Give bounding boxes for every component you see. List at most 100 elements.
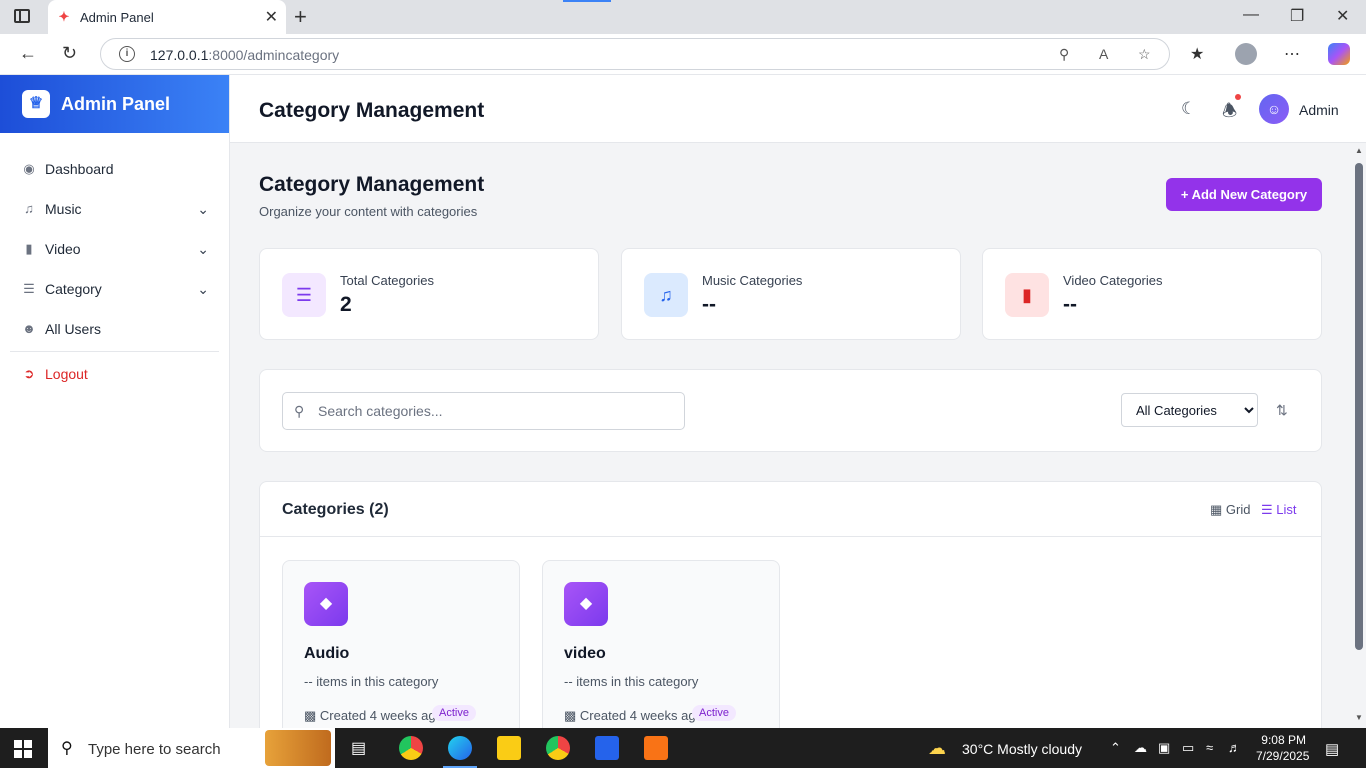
chevron-down-icon: ⌄ <box>197 201 209 217</box>
scroll-up-icon[interactable]: ▲ <box>1355 146 1363 155</box>
category-items: -- items in this category <box>564 674 699 689</box>
categories-header: Categories (2) ▦ Grid ☰ List <box>260 482 1321 537</box>
close-window-icon[interactable]: ✕ <box>1336 6 1349 26</box>
page-scrollbar[interactable]: ▲ ▼ <box>1352 143 1366 728</box>
stat-label: Total Categories <box>340 273 434 288</box>
category-items: -- items in this category <box>304 674 439 689</box>
sidebar-item-music[interactable]: ♫ Music ⌄ <box>0 189 229 229</box>
minimize-icon[interactable]: — <box>1243 6 1259 24</box>
weather-text[interactable]: 30°C Mostly cloudy <box>962 741 1082 757</box>
users-icon: ☻ <box>22 321 36 336</box>
sidebar-item-label: All Users <box>45 321 102 337</box>
notification-dot <box>1235 94 1241 100</box>
file-explorer-icon[interactable] <box>497 736 521 760</box>
wifi-icon[interactable]: ≈ <box>1206 740 1213 755</box>
zoom-out-icon[interactable]: ⚲ <box>1059 46 1069 63</box>
calendar-icon: ▩ <box>564 708 577 723</box>
profile-icon[interactable] <box>1235 43 1257 65</box>
onedrive-icon[interactable]: ☁ <box>1134 740 1147 756</box>
chrome-app-icon-2[interactable] <box>546 736 570 760</box>
sidebar-divider <box>10 351 219 352</box>
favorite-star-icon[interactable]: ☆ <box>1138 46 1151 63</box>
chevron-down-icon: ⌄ <box>197 281 209 297</box>
stat-card-video: ▮ Video Categories -- <box>982 248 1322 340</box>
tag-icon: ◆ <box>564 582 608 626</box>
page-title: Category Management <box>259 173 485 196</box>
page-subtitle: Organize your content with categories <box>259 204 478 219</box>
chevron-down-icon: ⌄ <box>197 241 209 257</box>
url-field[interactable]: i 127.0.0.1:8000/admincategory ⚲ A ☆ <box>100 38 1170 70</box>
sidebar-item-all-users[interactable]: ☻ All Users <box>0 309 229 349</box>
edge-app-icon[interactable] <box>443 736 477 768</box>
status-badge: Active <box>432 705 476 721</box>
vscode-app-icon[interactable] <box>595 736 619 760</box>
sidebar-item-dashboard[interactable]: ◉ Dashboard <box>0 149 229 189</box>
xampp-app-icon[interactable] <box>644 736 668 760</box>
volume-icon[interactable]: ♬ <box>1228 740 1241 755</box>
meet-now-icon[interactable]: ▣ <box>1158 740 1170 756</box>
category-created: ▩ Created 4 weeks ago <box>564 708 703 724</box>
sidebar-item-label: Dashboard <box>45 161 114 177</box>
category-name: Audio <box>304 645 350 662</box>
reload-icon[interactable]: ↻ <box>62 43 77 64</box>
more-menu-icon[interactable]: ⋯ <box>1284 44 1300 64</box>
taskbar: ⚲ Type here to search ▤ ☁ 30°C Mostly cl… <box>0 728 1366 768</box>
stat-label: Music Categories <box>702 273 803 288</box>
category-card[interactable]: ◆ video -- items in this category ▩ Crea… <box>542 560 780 728</box>
copilot-icon[interactable] <box>1328 43 1350 65</box>
sidebar-item-label: Music <box>45 201 82 217</box>
grid-label: Grid <box>1225 502 1251 517</box>
sort-icon[interactable]: ⇅ <box>1276 402 1288 419</box>
filter-bar: ⚲ All Categories ⇅ <box>259 369 1322 452</box>
chrome-app-icon[interactable] <box>399 736 423 760</box>
read-aloud-icon[interactable]: A <box>1099 46 1108 62</box>
main-content: Category Management Organize your conten… <box>230 143 1352 728</box>
sidebar: ♕ Admin Panel ◉ Dashboard ♫ Music ⌄ ▮ Vi… <box>0 75 230 728</box>
windows-start-icon[interactable] <box>14 740 32 758</box>
battery-icon[interactable]: ▭ <box>1182 740 1194 756</box>
tag-icon: ◆ <box>304 582 348 626</box>
task-view-icon[interactable]: ▤ <box>351 738 366 758</box>
back-icon[interactable]: ← <box>19 43 37 64</box>
dark-mode-toggle-icon[interactable]: ☾ <box>1181 99 1196 119</box>
scroll-thumb[interactable] <box>1355 163 1363 650</box>
favorites-icon[interactable]: ★ <box>1190 44 1204 64</box>
new-tab-icon[interactable]: + <box>294 4 307 30</box>
brand[interactable]: ♕ Admin Panel <box>0 75 229 133</box>
categories-panel: Categories (2) ▦ Grid ☰ List ◆ Audio -- … <box>259 481 1322 728</box>
scroll-down-icon[interactable]: ▼ <box>1355 713 1363 722</box>
close-tab-icon[interactable]: ✕ <box>265 7 278 27</box>
search-icon: ⚲ <box>61 740 73 757</box>
logout-label: Logout <box>45 366 88 382</box>
tab-actions-icon[interactable] <box>14 9 30 23</box>
user-name[interactable]: Admin <box>1299 102 1339 118</box>
list-view-button[interactable]: ☰ List <box>1261 502 1297 518</box>
video-icon: ▮ <box>25 241 33 256</box>
search-icon: ⚲ <box>294 403 305 419</box>
clock[interactable]: 9:08 PM 7/29/2025 <box>1256 732 1310 764</box>
add-category-button[interactable]: + Add New Category <box>1166 178 1322 211</box>
laravel-favicon-icon: ✦ <box>58 9 70 24</box>
created-text: Created 4 weeks ago <box>319 708 443 723</box>
search-input[interactable] <box>318 393 678 429</box>
browser-tab[interactable]: ✦ Admin Panel ✕ <box>48 0 286 34</box>
tray-chevron-icon[interactable]: ⌃ <box>1110 740 1121 756</box>
dashboard-icon: ◉ <box>23 161 35 176</box>
category-card[interactable]: ◆ Audio -- items in this category ▩ Crea… <box>282 560 520 728</box>
grid-view-button[interactable]: ▦ Grid <box>1210 502 1250 518</box>
taskbar-search-text: Type here to search <box>88 741 221 758</box>
tab-title: Admin Panel <box>80 10 154 25</box>
sidebar-item-category[interactable]: ☰ Category ⌄ <box>0 269 229 309</box>
category-filter-select[interactable]: All Categories <box>1121 393 1258 427</box>
clock-date: 7/29/2025 <box>1256 749 1310 763</box>
site-info-icon[interactable]: i <box>119 46 135 62</box>
search-highlight-image <box>265 730 331 766</box>
logout-button[interactable]: ➲ Logout <box>0 354 229 394</box>
sidebar-item-video[interactable]: ▮ Video ⌄ <box>0 229 229 269</box>
avatar[interactable]: ☺ <box>1259 94 1289 124</box>
calendar-icon: ▩ <box>304 708 317 723</box>
notification-bell-icon[interactable]: 🕭 <box>1222 98 1237 127</box>
notification-center-icon[interactable]: ▤ <box>1325 740 1339 758</box>
maximize-icon[interactable]: ❐ <box>1290 6 1304 26</box>
address-bar: ← ↻ i 127.0.0.1:8000/admincategory ⚲ A ☆… <box>0 34 1366 75</box>
